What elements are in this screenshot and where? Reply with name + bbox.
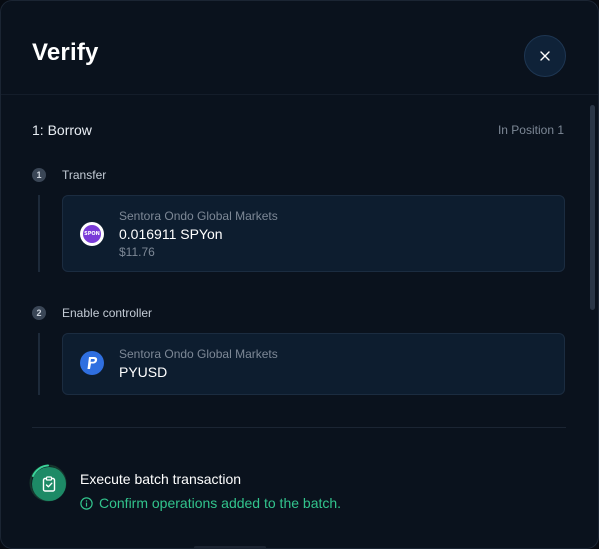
spyon-token-icon: SPON xyxy=(80,222,104,246)
scrollbar-thumb[interactable] xyxy=(590,105,595,310)
step-number-badge: 1 xyxy=(32,168,46,182)
close-button[interactable] xyxy=(524,35,566,77)
close-icon xyxy=(540,51,550,61)
card-provider: Sentora Ondo Global Markets xyxy=(119,209,278,223)
step-connector-line xyxy=(38,333,40,395)
card-amount: PYUSD xyxy=(119,364,168,380)
step-number-badge: 2 xyxy=(32,306,46,320)
transfer-card: SPON Sentora Ondo Global Markets 0.01691… xyxy=(62,195,565,272)
step-label: Transfer xyxy=(62,168,107,182)
card-amount: 0.016911 SPYon xyxy=(119,226,223,242)
step-connector-line xyxy=(38,195,40,272)
token-icon-text: SPON xyxy=(84,231,100,237)
step-label: Enable controller xyxy=(62,306,153,320)
execute-batch-status: Confirm operations added to the batch. xyxy=(80,495,341,511)
card-provider: Sentora Ondo Global Markets xyxy=(119,347,278,361)
pyusd-token-icon xyxy=(80,351,104,375)
footer-divider xyxy=(32,427,566,428)
info-icon xyxy=(80,496,93,510)
enable-controller-card: Sentora Ondo Global Markets PYUSD xyxy=(62,333,565,395)
execute-batch-icon xyxy=(32,467,66,501)
clipboard-check-icon xyxy=(42,476,56,492)
modal-title: Verify xyxy=(32,39,99,66)
card-usd-value: $11.76 xyxy=(119,245,155,259)
section-title: 1: Borrow xyxy=(32,122,92,138)
paypal-p-icon xyxy=(87,357,98,369)
verify-modal: Verify 1: Borrow In Position 1 1 Transfe… xyxy=(0,0,599,549)
execute-batch-info-text: Confirm operations added to the batch. xyxy=(99,495,342,511)
position-label: In Position 1 xyxy=(497,123,564,137)
execute-batch-title: Execute batch transaction xyxy=(80,471,242,487)
